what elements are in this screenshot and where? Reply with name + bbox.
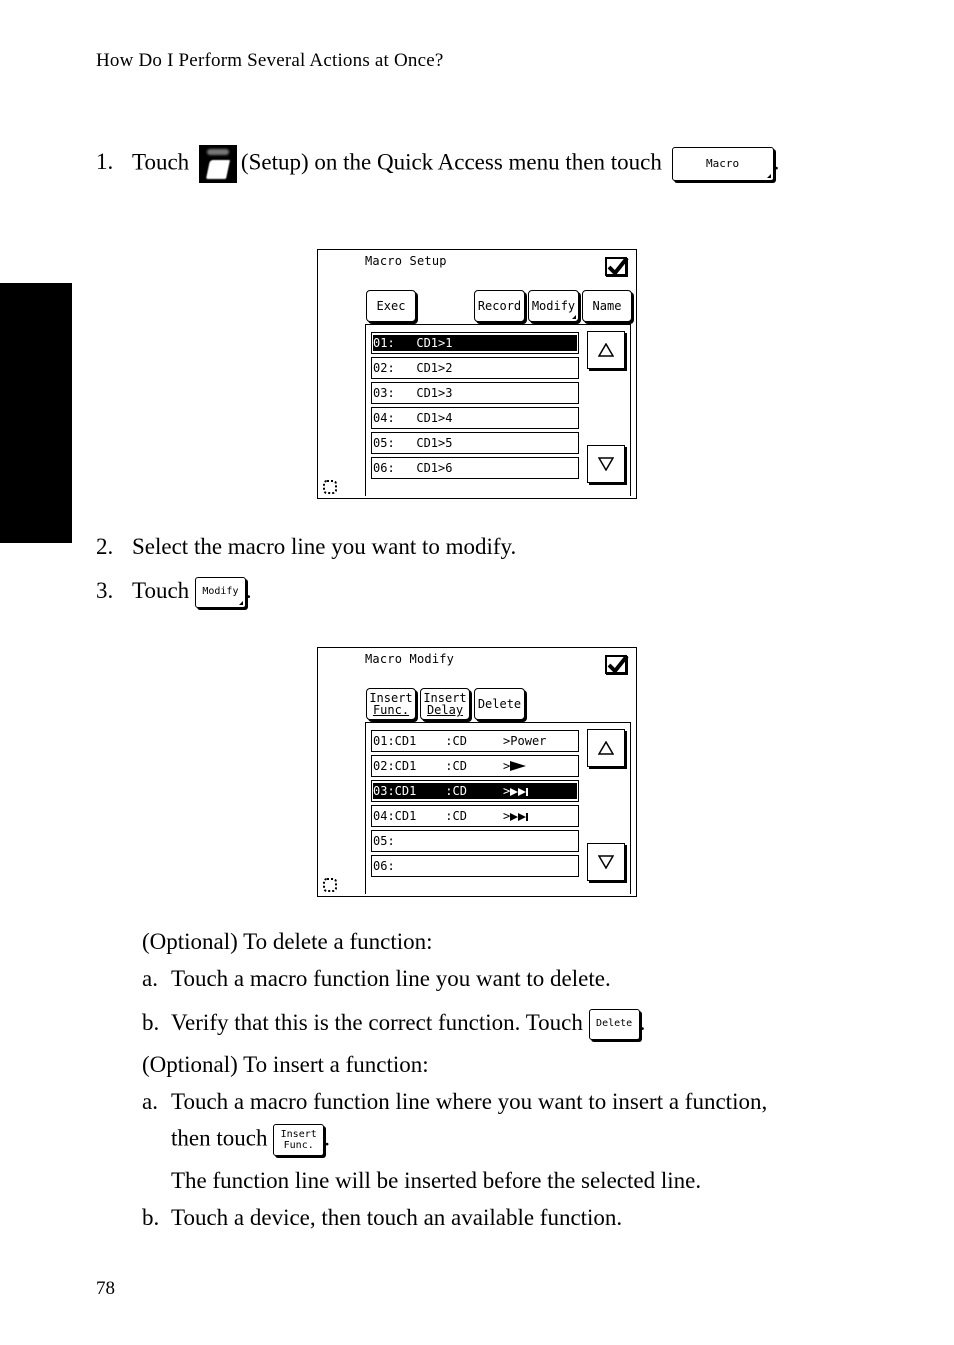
macro-row[interactable]: 05: CD1>5 [371, 432, 579, 454]
row-text: 04: CD1>4 [373, 411, 453, 425]
checkmark-icon [607, 256, 629, 276]
skip-forward-icon [510, 788, 529, 796]
function-row[interactable]: 04:CD1 :CD > [371, 805, 579, 827]
delete-step-a: a. Touch a macro function line you want t… [142, 965, 611, 993]
button-label: Delay [426, 703, 464, 717]
macro-list: 01: CD1>1 02: CD1>2 03: CD1>3 04: CD1>4 … [365, 324, 631, 496]
insert-delay-button[interactable]: Insert Delay [420, 688, 470, 720]
row-text: 01:CD1 :CD >Power [373, 734, 547, 748]
button-label: Insert [280, 1129, 317, 1140]
delete-step-b: b. Verify that this is the correct functi… [142, 1009, 646, 1041]
row-text: 05: [373, 834, 395, 848]
delete-button[interactable]: Delete [588, 1009, 640, 1041]
function-row[interactable]: 05: [371, 830, 579, 852]
step-text: (Setup) on the Quick Access menu then to… [240, 149, 662, 175]
play-icon [510, 761, 527, 771]
scroll-up-button[interactable] [587, 729, 625, 767]
ok-checkbox[interactable] [605, 654, 629, 674]
row-text: 02:CD1 :CD > [373, 759, 511, 773]
name-button[interactable]: Name [582, 290, 632, 322]
insert-step-a: a. Touch a macro function line where you … [142, 1088, 767, 1116]
step-text: Touch [132, 149, 190, 175]
row-text: 05: CD1>5 [373, 436, 453, 450]
macro-setup-screen: Macro Setup Exec Record Modify Name 01: … [317, 249, 637, 499]
row-text: 04:CD1 :CD > [373, 809, 511, 823]
triangle-down-icon [598, 855, 614, 869]
triangle-down-icon [598, 457, 614, 471]
modify-button[interactable]: Modify [528, 290, 579, 322]
delete-button[interactable]: Delete [474, 688, 525, 720]
ok-checkbox[interactable] [605, 256, 629, 276]
substep-text: Verify that this is the correct function… [171, 1010, 583, 1035]
punctuation: . [324, 1125, 330, 1151]
macro-row[interactable]: 04: CD1>4 [371, 407, 579, 429]
macro-row[interactable]: 02: CD1>2 [371, 357, 579, 379]
step-3: 3. Touch Modify. [96, 577, 252, 609]
function-row[interactable]: 02:CD1 :CD > [371, 755, 579, 777]
scroll-down-button[interactable] [587, 843, 625, 881]
function-row[interactable]: 03:CD1 :CD > [371, 780, 579, 802]
modify-button[interactable]: Modify [194, 577, 246, 609]
row-text: 03: CD1>3 [373, 386, 453, 400]
screen-title: Macro Setup [365, 254, 447, 268]
function-row[interactable]: 06: [371, 855, 579, 877]
step-number: 2. [96, 534, 114, 559]
triangle-up-icon [598, 741, 614, 755]
macro-row[interactable]: 01: CD1>1 [371, 332, 579, 354]
substep-text: Touch a macro function line where you wa… [171, 1089, 768, 1114]
macro-modify-screen: Macro Modify Insert Func. Insert Delay D… [317, 647, 637, 897]
step-1: 1. Touch (Setup) on the Quick Access menu… [96, 145, 779, 183]
substep-text: Touch a macro function line you want to … [171, 966, 611, 991]
row-text: 02: CD1>2 [373, 361, 453, 375]
chapter-tab-marker [0, 283, 72, 543]
insert-function-button[interactable]: Insert Func. [273, 1124, 325, 1156]
exec-button[interactable]: Exec [366, 290, 416, 322]
step-text: Select the macro line you want to modify… [132, 534, 517, 559]
substep-label: a. [142, 966, 158, 991]
record-button[interactable]: Record [474, 290, 525, 322]
row-text: 06: [373, 859, 395, 873]
step-2: 2. Select the macro line you want to modi… [96, 533, 516, 561]
triangle-up-icon [598, 343, 614, 357]
punctuation: . [773, 149, 780, 175]
substep-label: b. [142, 1205, 160, 1230]
insert-step-b: b. Touch a device, then touch an availabl… [142, 1204, 622, 1232]
row-text: 03:CD1 :CD > [373, 784, 511, 798]
busy-indicator-icon [323, 878, 337, 892]
button-label: Func. [283, 1140, 314, 1151]
busy-indicator-icon [323, 480, 337, 494]
step-number: 1. [96, 149, 114, 175]
page-number: 78 [96, 1278, 115, 1299]
step-number: 3. [96, 578, 114, 603]
optional-insert-heading: (Optional) To insert a function: [142, 1052, 429, 1077]
substep-label: a. [142, 1089, 158, 1114]
skip-forward-icon [510, 813, 529, 821]
insert-function-button[interactable]: Insert Func. [366, 688, 416, 720]
screen-title: Macro Modify [365, 652, 455, 666]
punctuation: . [245, 578, 252, 603]
scroll-down-button[interactable] [587, 445, 625, 483]
macro-row[interactable]: 03: CD1>3 [371, 382, 579, 404]
running-head: How Do I Perform Several Actions at Once… [96, 50, 444, 71]
row-text: 01: CD1>1 [373, 336, 453, 350]
step-text: Touch [132, 578, 190, 603]
function-list: 01:CD1 :CD >Power 02:CD1 :CD > 03:CD1 :C… [365, 722, 631, 894]
button-label: Func. [372, 703, 410, 717]
substep-text: Touch a device, then touch an available … [171, 1205, 623, 1230]
scroll-up-button[interactable] [587, 331, 625, 369]
checkmark-icon [607, 654, 629, 674]
substep-label: b. [142, 1010, 160, 1035]
macro-row[interactable]: 06: CD1>6 [371, 457, 579, 479]
row-text: 06: CD1>6 [373, 461, 453, 475]
insert-note: The function line will be inserted befor… [171, 1168, 702, 1193]
macro-button[interactable]: Macro [671, 147, 774, 181]
punctuation: . [639, 1010, 646, 1035]
function-row[interactable]: 01:CD1 :CD >Power [371, 730, 579, 752]
setup-icon [198, 145, 237, 183]
insert-step-a-continued: then touch Insert Func. . [171, 1124, 330, 1156]
optional-delete-heading: (Optional) To delete a function: [142, 929, 433, 954]
substep-text: then touch [171, 1125, 268, 1151]
